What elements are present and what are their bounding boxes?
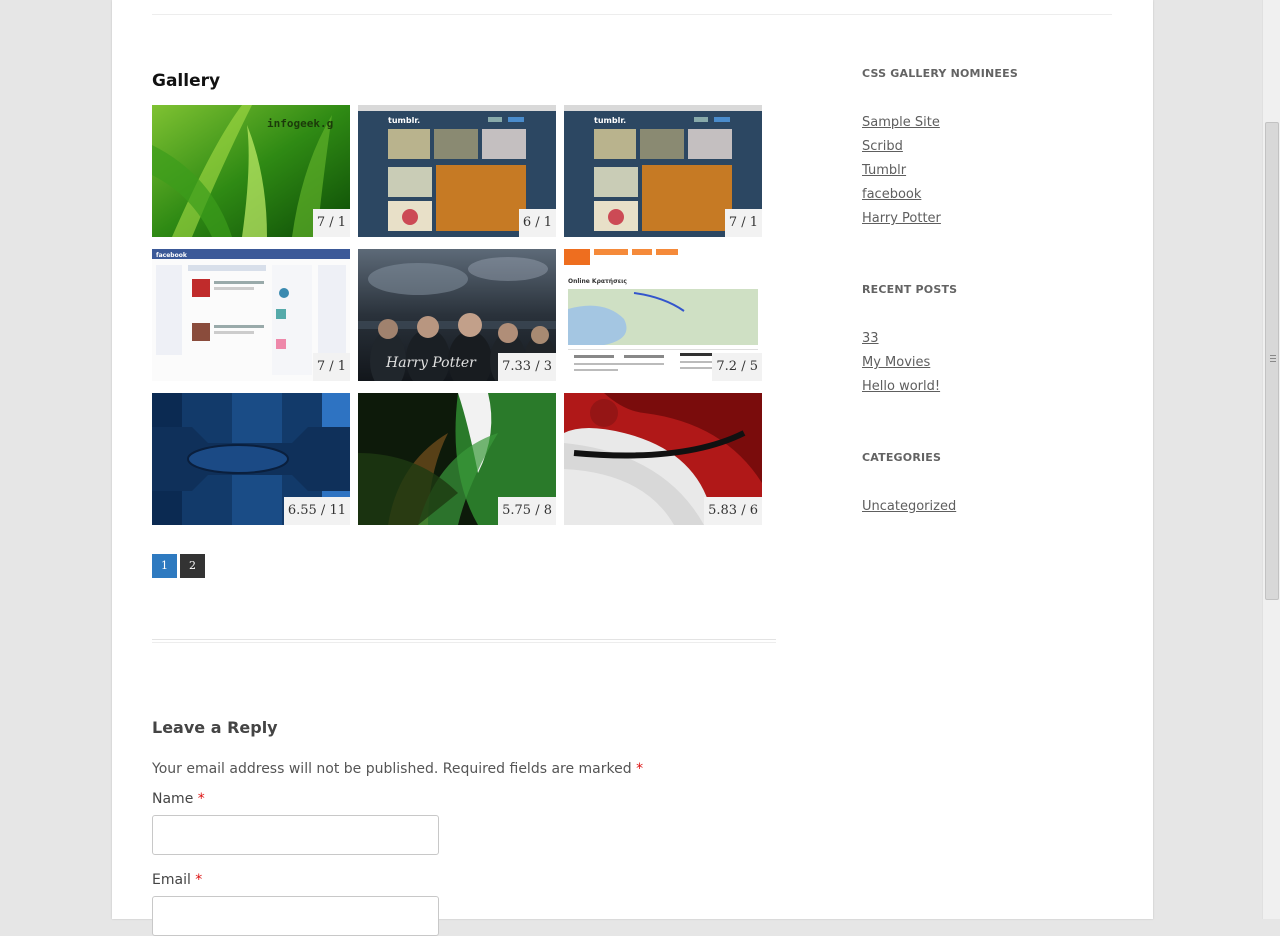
rating-badge: 7 / 1 <box>724 209 762 237</box>
email-field[interactable] <box>152 896 439 936</box>
svg-text:tumblr.: tumblr. <box>388 116 420 125</box>
recent-post-link[interactable]: My Movies <box>862 355 930 370</box>
divider <box>152 639 776 640</box>
nominee-link[interactable]: facebook <box>862 187 921 202</box>
rating-badge: 6 / 1 <box>518 209 556 237</box>
grip-line <box>1270 355 1276 356</box>
rating-badge: 5.83 / 6 <box>704 497 762 525</box>
svg-text:Online Κρατήσεις: Online Κρατήσεις <box>568 278 627 285</box>
page-button-1[interactable]: 1 <box>152 554 177 578</box>
grip-line <box>1270 358 1276 359</box>
rating-badge: 7 / 1 <box>312 353 350 381</box>
svg-text:Harry Potter: Harry Potter <box>385 355 477 371</box>
comment-notes: Your email address will not be published… <box>152 761 644 777</box>
rating-badge: 5.75 / 8 <box>498 497 556 525</box>
gallery-item-green-abstract[interactable]: 5.75 / 8 <box>358 393 556 525</box>
vertical-scrollbar[interactable] <box>1262 0 1280 919</box>
gallery-item-map-site[interactable]: Online Κρατήσεις 7.2 / 5 <box>564 249 762 381</box>
recent-post-link[interactable]: 33 <box>862 331 879 346</box>
recent-post-link[interactable]: Hello world! <box>862 379 940 394</box>
rating-badge: 7.33 / 3 <box>498 353 556 381</box>
gallery-item-tumblr[interactable]: tumblr. 6 / 1 <box>358 105 556 237</box>
widget-title-categories: CATEGORIES <box>862 451 942 464</box>
gallery-item-infogeek[interactable]: infogeek.g 7 / 1 <box>152 105 350 237</box>
svg-text:facebook: facebook <box>156 252 188 259</box>
scrollbar-thumb[interactable] <box>1265 122 1279 600</box>
gallery-grid: infogeek.g 7 / 1 tumblr. 6 / 1 tumblr. 7… <box>152 105 764 525</box>
nominee-link[interactable]: Scribd <box>862 139 903 154</box>
rating-badge: 7.2 / 5 <box>712 353 762 381</box>
gallery-item-harry-potter[interactable]: Harry Potter 7.33 / 3 <box>358 249 556 381</box>
category-link[interactable]: Uncategorized <box>862 499 956 514</box>
widget-title-nominees: CSS GALLERY NOMINEES <box>862 67 1018 80</box>
gallery-item-red-abstract[interactable]: 5.83 / 6 <box>564 393 762 525</box>
page-content: Gallery infogeek.g 7 / 1 tumblr. 6 / 1 t… <box>112 0 1153 936</box>
required-mark: * <box>636 761 644 777</box>
email-label: Email * <box>152 872 203 888</box>
gallery-title: Gallery <box>152 71 221 91</box>
top-divider <box>152 14 1112 15</box>
nominee-link[interactable]: Tumblr <box>862 163 906 178</box>
nominee-link[interactable]: Sample Site <box>862 115 940 130</box>
divider <box>152 642 776 643</box>
gallery-item-facebook[interactable]: facebook 7 / 1 <box>152 249 350 381</box>
required-mark: * <box>197 791 205 807</box>
page-button-2[interactable]: 2 <box>180 554 205 578</box>
grip-line <box>1270 361 1276 362</box>
widget-title-recent-posts: RECENT POSTS <box>862 283 958 296</box>
gallery-item-tumblr-2[interactable]: tumblr. 7 / 1 <box>564 105 762 237</box>
rating-badge: 6.55 / 11 <box>283 497 350 525</box>
reply-title: Leave a Reply <box>152 718 278 737</box>
gallery-item-blue-abstract[interactable]: 6.55 / 11 <box>152 393 350 525</box>
name-label: Name * <box>152 791 205 807</box>
required-mark: * <box>195 872 203 888</box>
name-field[interactable] <box>152 815 439 855</box>
svg-text:tumblr.: tumblr. <box>594 116 626 125</box>
rating-badge: 7 / 1 <box>312 209 350 237</box>
svg-text:infogeek.g: infogeek.g <box>267 117 333 130</box>
nominee-link[interactable]: Harry Potter <box>862 211 941 226</box>
